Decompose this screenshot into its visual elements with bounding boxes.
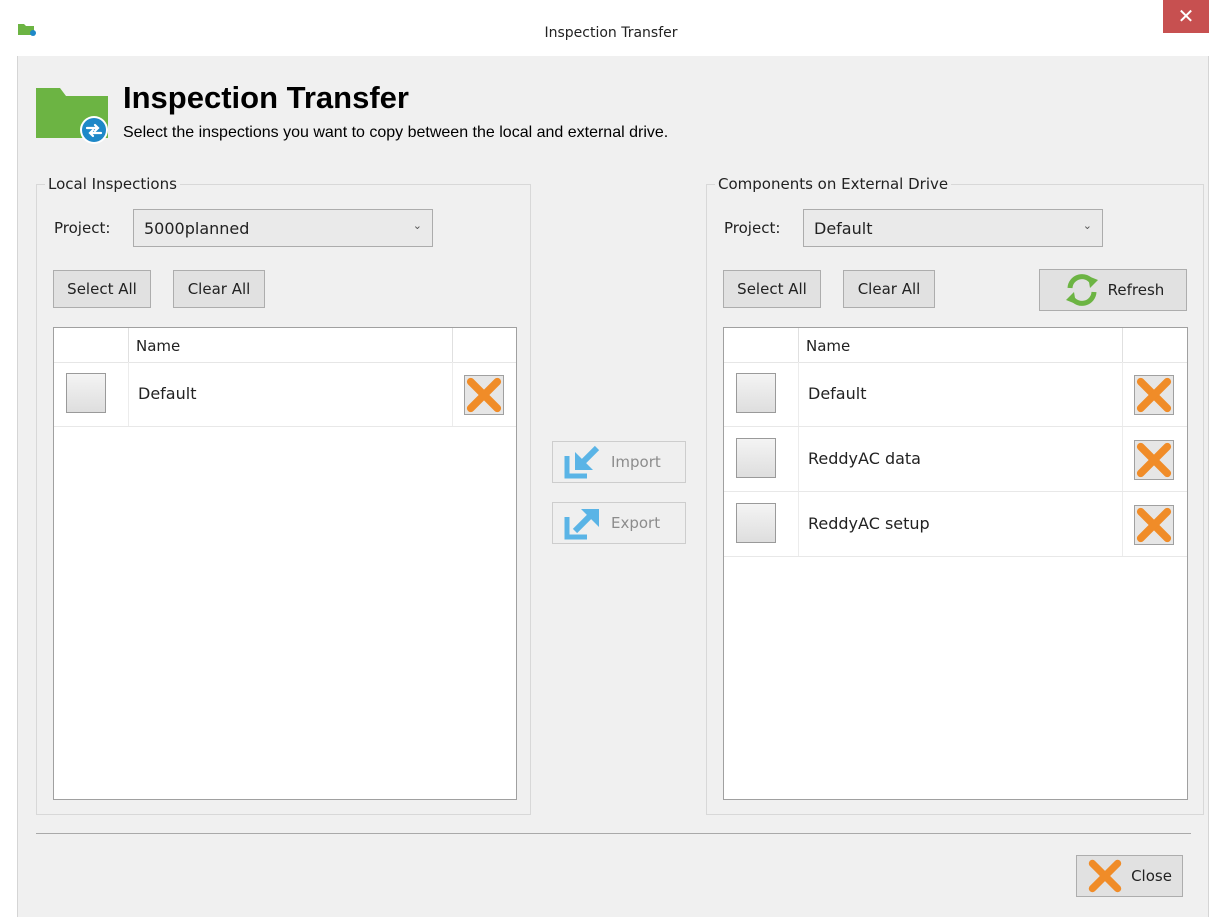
column-divider [1122,427,1123,491]
row-name: ReddyAC data [808,449,921,468]
local-select-all-button[interactable]: Select All [53,270,151,308]
refresh-icon [1065,274,1098,306]
window-close-button[interactable]: ✕ [1163,0,1209,33]
column-divider [1122,328,1123,362]
local-group-label: Local Inspections [45,175,180,193]
delete-row-button[interactable] [1134,375,1174,415]
local-project-label: Project: [54,219,111,237]
import-button[interactable]: Import [552,441,686,483]
local-column-name: Name [136,337,181,355]
page-subtitle: Select the inspections you want to copy … [123,124,669,141]
column-divider [128,362,129,426]
row-checkbox[interactable] [66,373,106,413]
local-list-header: Name [54,328,516,363]
dialog-client: Inspection Transfer Select the inspectio… [17,56,1209,917]
external-project-value: Default [814,219,873,238]
delete-row-button[interactable] [1134,505,1174,545]
local-project-select[interactable]: 5000planned ⌄ [133,209,433,247]
title-bar: Inspection Transfer ✕ [0,0,1222,56]
row-name: Default [138,384,197,403]
column-divider [452,328,453,362]
column-divider [798,328,799,362]
import-label: Import [611,453,661,471]
delete-x-icon [465,376,503,414]
window-title: Inspection Transfer [544,25,678,41]
delete-x-icon [1135,506,1173,544]
external-list-header: Name [724,328,1187,363]
table-row: ReddyAC setup [724,492,1187,557]
table-row: ReddyAC data [724,427,1187,492]
export-button[interactable]: Export [552,502,686,544]
footer-separator [36,833,1191,834]
local-project-value: 5000planned [144,219,250,238]
export-icon [564,509,599,540]
chevron-down-icon: ⌄ [1082,219,1092,232]
column-divider [798,362,799,426]
local-inspections-group: Local Inspections Project: 5000planned ⌄… [36,175,531,815]
column-divider [1122,362,1123,426]
folder-transfer-icon [36,88,108,144]
column-divider [128,328,129,362]
row-name: Default [808,384,867,403]
external-clear-all-button[interactable]: Clear All [843,270,935,308]
table-row: Default [54,362,516,427]
import-icon [564,445,600,479]
row-checkbox[interactable] [736,438,776,478]
refresh-button[interactable]: Refresh [1039,269,1187,311]
export-label: Export [611,514,661,532]
column-divider [798,427,799,491]
row-checkbox[interactable] [736,503,776,543]
external-select-all-button[interactable]: Select All [723,270,821,308]
close-x-icon [1087,858,1123,894]
column-divider [798,492,799,556]
close-button[interactable]: Close [1076,855,1183,897]
refresh-label: Refresh [1107,281,1165,299]
delete-x-icon [1135,441,1173,479]
delete-row-button[interactable] [1134,440,1174,480]
delete-row-button[interactable] [464,375,504,415]
column-divider [452,362,453,426]
row-name: ReddyAC setup [808,514,930,533]
dialog-window: Inspection Transfer ✕ Inspection Transfe… [0,0,1222,917]
delete-x-icon [1135,376,1173,414]
external-drive-group: Components on External Drive Project: De… [706,175,1204,815]
row-checkbox[interactable] [736,373,776,413]
external-project-label: Project: [724,219,781,237]
close-label: Close [1131,867,1172,885]
chevron-down-icon: ⌄ [412,219,422,232]
page-title: Inspection Transfer [123,80,409,115]
external-components-list: Name Default ReddyAC data ReddyAC setup [723,327,1188,800]
external-group-label: Components on External Drive [715,175,952,193]
column-divider [1122,492,1123,556]
table-row: Default [724,362,1187,427]
external-column-name: Name [806,337,851,355]
local-clear-all-button[interactable]: Clear All [173,270,265,308]
external-project-select[interactable]: Default ⌄ [803,209,1103,247]
local-inspections-list: Name Default [53,327,517,800]
